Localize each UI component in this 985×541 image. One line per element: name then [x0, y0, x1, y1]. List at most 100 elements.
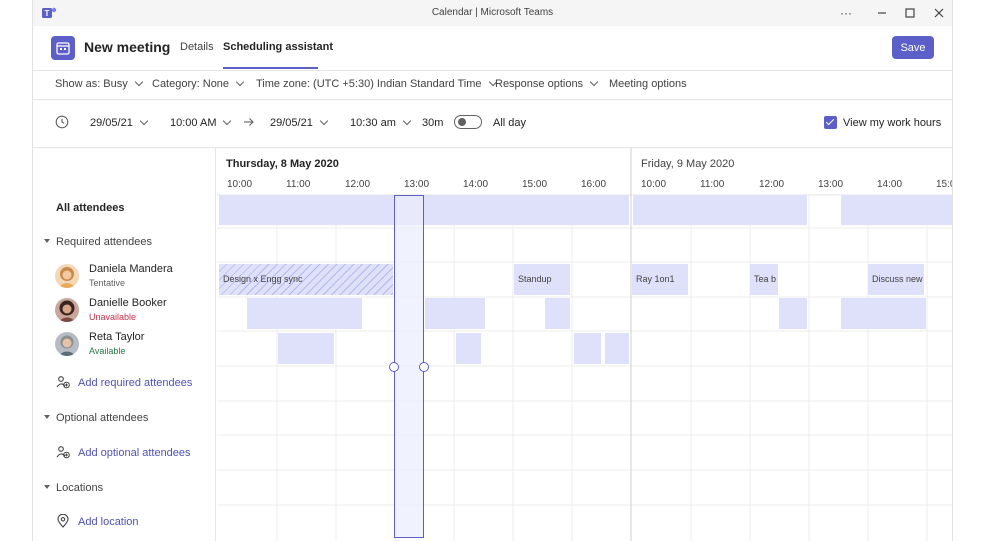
- chevron-down-icon: [319, 116, 329, 126]
- locations-label: Locations: [56, 482, 104, 494]
- options-bar: Show as: Busy Category: None Time zone: …: [33, 71, 952, 100]
- arrow-right-icon: [243, 116, 255, 131]
- response-options-dropdown[interactable]: Response options: [495, 77, 599, 90]
- active-tab-indicator: [223, 67, 318, 69]
- chevron-down-icon: [139, 116, 149, 126]
- event-block[interactable]: Tea b: [750, 264, 778, 295]
- hour-label: 13:00: [404, 179, 430, 190]
- attendee-name: Danielle Booker: [89, 297, 167, 309]
- hour-label: 16:00: [581, 179, 607, 190]
- more-options-icon[interactable]: ···: [838, 5, 854, 21]
- save-button[interactable]: Save: [892, 36, 934, 59]
- tab-details[interactable]: Details: [180, 41, 214, 53]
- required-attendees-toggle[interactable]: Required attendees: [43, 236, 152, 248]
- add-optional-attendees-link[interactable]: Add optional attendees: [78, 447, 191, 459]
- chevron-down-icon: [223, 116, 232, 126]
- hour-label: 14:00: [877, 179, 903, 190]
- busy-block: [779, 298, 807, 329]
- start-date-picker[interactable]: 29/05/21: [90, 116, 149, 129]
- event-block[interactable]: Design x Engg sync: [219, 264, 393, 295]
- event-block[interactable]: Discuss new: [868, 264, 924, 295]
- avatar: [55, 298, 79, 322]
- calendar-app-icon: [51, 36, 75, 60]
- day-header-friday: Friday, 9 May 2020: [641, 158, 735, 170]
- time-zone-dropdown[interactable]: Time zone: (UTC +5:30) Indian Standard T…: [256, 77, 497, 90]
- caret-down-icon: [44, 239, 50, 243]
- event-block[interactable]: Standup: [514, 264, 570, 295]
- optional-attendees-label: Optional attendees: [56, 412, 149, 424]
- window-title: Calendar | Microsoft Teams: [431, 7, 554, 18]
- all-day-toggle[interactable]: [454, 115, 482, 129]
- add-people-icon: [56, 375, 70, 392]
- attendee-status: Available: [89, 346, 126, 356]
- meeting-options-link[interactable]: Meeting options: [609, 78, 687, 90]
- day-header-thursday: Thursday, 8 May 2020: [226, 158, 339, 170]
- attendee-panel: All attendees Required attendees Daniela…: [33, 148, 216, 541]
- end-time-picker[interactable]: 10:30 am: [350, 116, 412, 129]
- selection-resize-handle-right[interactable]: [419, 362, 429, 372]
- hour-label: 11:00: [700, 179, 725, 190]
- chevron-down-icon: [589, 77, 599, 87]
- scheduling-grid[interactable]: Thursday, 8 May 2020 Friday, 9 May 2020 …: [217, 148, 952, 541]
- end-date-picker[interactable]: 29/05/21: [270, 116, 329, 129]
- category-label: Category: None: [152, 78, 230, 90]
- close-icon[interactable]: [931, 5, 947, 21]
- page-title: New meeting: [84, 39, 171, 55]
- work-hours-checkbox[interactable]: [824, 116, 837, 129]
- chevron-down-icon: [402, 116, 412, 126]
- minimize-icon[interactable]: [874, 5, 890, 21]
- hour-label: 12:00: [759, 179, 785, 190]
- attendee-name: Daniela Mandera: [89, 263, 173, 275]
- hour-label: 10:00: [227, 179, 253, 190]
- time-bar: 29/05/21 10:00 AM 29/05/21 10:30 am 30m …: [33, 100, 952, 148]
- attendee-status: Unavailable: [89, 312, 137, 322]
- all-attendees-label: All attendees: [56, 202, 125, 214]
- required-attendees-label: Required attendees: [56, 236, 153, 248]
- all-attendees-busy-block: [633, 195, 807, 225]
- hour-label: 13:00: [818, 179, 844, 190]
- show-as-label: Show as: Busy: [55, 78, 128, 90]
- start-time-picker[interactable]: 10:00 AM: [170, 116, 232, 129]
- chevron-down-icon: [134, 77, 144, 87]
- chevron-down-icon: [235, 77, 245, 87]
- avatar: [55, 264, 79, 288]
- avatar: [55, 332, 79, 356]
- end-date-value: 29/05/21: [270, 117, 313, 129]
- busy-block: [456, 333, 481, 364]
- meeting-header: New meeting Details Scheduling assistant…: [33, 26, 952, 71]
- end-time-value: 10:30 am: [350, 117, 396, 129]
- add-location-link[interactable]: Add location: [78, 516, 139, 528]
- hour-label: 12:00: [345, 179, 371, 190]
- busy-block: [425, 298, 485, 329]
- hour-label: 15:00: [522, 179, 548, 190]
- clock-icon: [55, 115, 69, 132]
- busy-block: [545, 298, 570, 329]
- maximize-icon[interactable]: [902, 5, 918, 21]
- all-attendees-busy-block: [219, 195, 629, 225]
- caret-down-icon: [44, 485, 50, 489]
- title-bar: T Calendar | Microsoft Teams ···: [33, 0, 952, 26]
- busy-block: [605, 333, 629, 364]
- add-people-icon: [56, 445, 70, 462]
- response-options-label: Response options: [495, 78, 584, 90]
- time-zone-label: Time zone: (UTC +5:30) Indian Standard T…: [256, 78, 482, 90]
- start-time-value: 10:00 AM: [170, 117, 217, 129]
- hour-label: 10:00: [641, 179, 667, 190]
- teams-window: T Calendar | Microsoft Teams ··· New mee…: [32, 0, 953, 541]
- start-date-value: 29/05/21: [90, 117, 133, 129]
- optional-attendees-toggle[interactable]: Optional attendees: [43, 412, 148, 424]
- duration-label: 30m: [422, 117, 444, 129]
- busy-block: [574, 333, 601, 364]
- busy-block: [278, 333, 334, 364]
- selection-resize-handle-left[interactable]: [389, 362, 399, 372]
- locations-toggle[interactable]: Locations: [43, 482, 103, 494]
- show-as-dropdown[interactable]: Show as: Busy: [55, 77, 144, 90]
- attendee-name: Reta Taylor: [89, 331, 145, 343]
- caret-down-icon: [44, 415, 50, 419]
- work-hours-label: View my work hours: [843, 117, 942, 129]
- busy-block: [841, 298, 926, 329]
- event-block[interactable]: Ray 1on1: [632, 264, 688, 295]
- tab-scheduling-assistant[interactable]: Scheduling assistant: [223, 41, 333, 53]
- add-required-attendees-link[interactable]: Add required attendees: [78, 377, 192, 389]
- category-dropdown[interactable]: Category: None: [152, 77, 245, 90]
